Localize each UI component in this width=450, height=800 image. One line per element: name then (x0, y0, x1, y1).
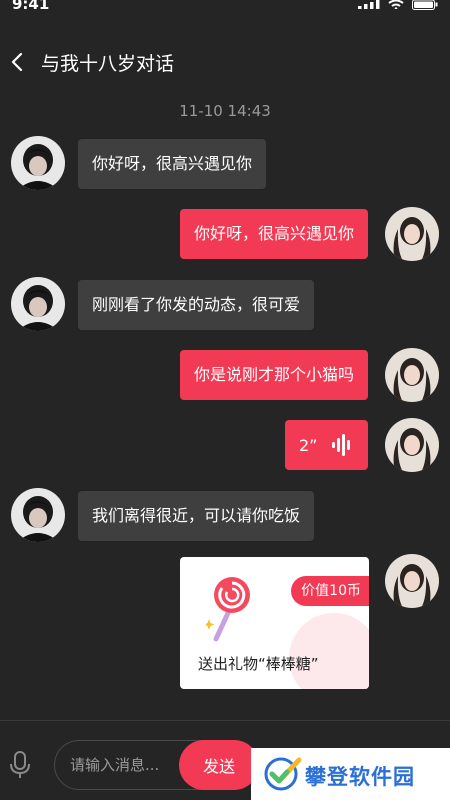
avatar-self[interactable] (385, 207, 439, 261)
message-bubble-received[interactable]: 刚刚看了你发的动态，很可爱 (78, 280, 315, 330)
microphone-icon (10, 751, 30, 778)
gift-message-text: 送出礼物“棒棒糖” (198, 655, 319, 673)
battery-icon (412, 0, 438, 10)
status-bar: 9:41 (0, 0, 450, 14)
lollipop-icon (206, 577, 250, 642)
message-bubble-sent[interactable]: 你是说刚才那个小猫吗 (179, 350, 368, 400)
message-bubble-received[interactable]: 你好呀，很高兴遇见你 (78, 139, 267, 189)
nav-bar: 与我十八岁对话 (0, 40, 450, 84)
status-icons (358, 0, 438, 10)
send-button[interactable]: 发送 (179, 740, 259, 790)
avatar-self[interactable] (385, 418, 439, 472)
avatar-self[interactable] (385, 348, 439, 402)
voice-input-button[interactable] (9, 751, 31, 783)
back-button[interactable] (6, 50, 30, 74)
chevron-left-icon (11, 52, 23, 72)
chat-timestamp: 11-10 14:43 (179, 102, 271, 120)
voice-wave-icon (332, 434, 351, 456)
gift-value-badge: 价值10币 (291, 576, 369, 606)
avatar-contact[interactable] (11, 488, 65, 542)
message-bubble-received[interactable]: 我们离得很近，可以请你吃饭 (78, 491, 315, 541)
signal-icon (358, 0, 380, 9)
watermark-text: 攀登软件园 (305, 765, 415, 789)
wifi-icon (388, 0, 404, 9)
voice-message-bubble[interactable]: 2” (285, 420, 368, 470)
page-title: 与我十八岁对话 (41, 53, 175, 75)
status-time: 9:41 (12, 0, 50, 13)
avatar-contact[interactable] (11, 136, 65, 190)
voice-duration: 2” (299, 435, 318, 455)
watermark: 攀登软件园 (251, 748, 450, 800)
watermark-logo-icon (264, 757, 302, 791)
gift-card-decoration (289, 613, 369, 689)
message-bubble-sent[interactable]: 你好呀，很高兴遇见你 (179, 209, 368, 259)
avatar-contact[interactable] (11, 277, 65, 331)
gift-card[interactable]: 价值10币 送出礼物“棒棒糖” (180, 557, 369, 689)
avatar-self[interactable] (385, 554, 439, 608)
